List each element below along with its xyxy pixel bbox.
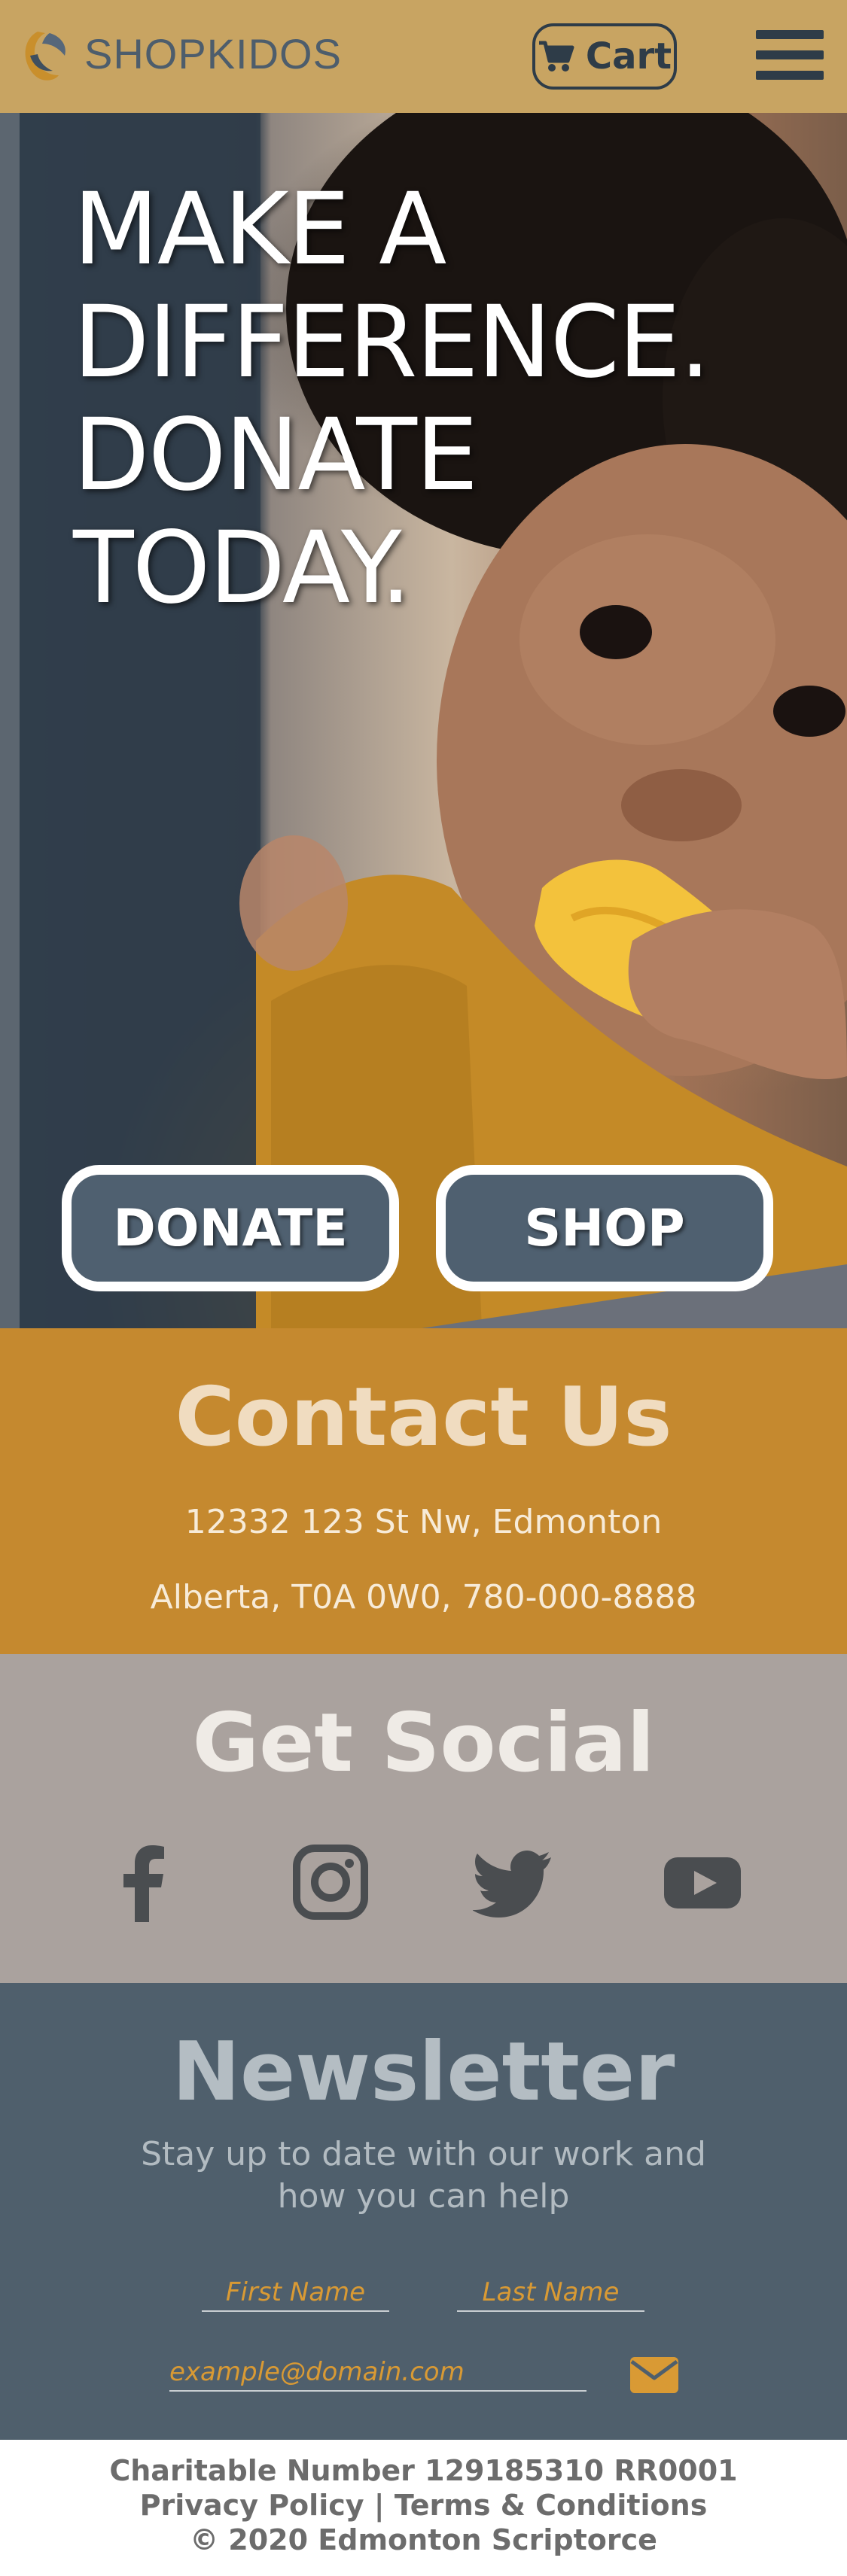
menu-bar xyxy=(756,30,824,39)
footer: Charitable Number 129185310 RR0001 Priva… xyxy=(0,2440,847,2576)
footer-links: Privacy Policy | Terms & Conditions xyxy=(0,2488,847,2523)
hero-title-line: MAKE A xyxy=(73,172,446,287)
shopping-cart-icon xyxy=(538,41,574,71)
contact-section: Contact Us 12332 123 St Nw, Edmonton Alb… xyxy=(0,1328,847,1654)
youtube-icon[interactable] xyxy=(661,1841,744,1924)
social-title: Get Social xyxy=(192,1696,655,1790)
menu-bar xyxy=(756,50,824,59)
hero-title-line: TODAY. xyxy=(73,510,412,626)
envelope-icon[interactable] xyxy=(630,2357,678,2393)
newsletter-description: Stay up to date with our work and how yo… xyxy=(141,2135,706,2216)
hero-banner: MAKE A DIFFERENCE. DONATE TODAY. DONATE … xyxy=(0,113,847,1328)
donate-button[interactable]: DONATE xyxy=(62,1165,399,1291)
page: SHOPKIDOS Cart MAKE A DIFFERENCE. DONATE… xyxy=(0,0,847,2576)
charitable-number: Charitable Number 129185310 RR0001 xyxy=(109,2454,738,2487)
privacy-policy-link[interactable]: Privacy Policy xyxy=(140,2489,364,2522)
instagram-icon[interactable] xyxy=(289,1841,372,1924)
twitter-icon[interactable] xyxy=(473,1841,556,1924)
copyright: © 2020 Edmonton Scriptorce xyxy=(190,2523,657,2556)
social-section: Get Social xyxy=(0,1654,847,1983)
hero-title: MAKE A DIFFERENCE. DONATE TODAY. xyxy=(73,172,711,626)
terms-conditions-link[interactable]: Terms & Conditions xyxy=(395,2489,707,2522)
link-separator: | xyxy=(373,2489,385,2522)
contact-title: Contact Us xyxy=(175,1370,672,1464)
hero-title-line: DIFFERENCE. xyxy=(73,284,711,400)
email-input[interactable] xyxy=(169,2357,587,2392)
newsletter-title: Newsletter xyxy=(172,2025,675,2119)
top-nav: SHOPKIDOS Cart xyxy=(0,0,847,113)
contact-address-line2: Alberta, T0A 0W0, 780-000-8888 xyxy=(150,1578,697,1616)
logo-icon[interactable] xyxy=(15,26,77,87)
brand-name[interactable]: SHOPKIDOS xyxy=(84,27,342,81)
first-name-input[interactable] xyxy=(202,2277,389,2312)
last-name-input[interactable] xyxy=(457,2277,644,2312)
shop-button[interactable]: SHOP xyxy=(436,1165,773,1291)
facebook-icon[interactable] xyxy=(104,1841,187,1924)
cart-button[interactable]: Cart xyxy=(532,23,677,90)
cart-label: Cart xyxy=(585,35,672,78)
contact-address-line1: 12332 123 St Nw, Edmonton xyxy=(184,1503,663,1541)
hero-title-line: DONATE xyxy=(73,397,478,513)
menu-bar xyxy=(756,71,824,80)
hamburger-menu-icon[interactable] xyxy=(756,30,824,80)
